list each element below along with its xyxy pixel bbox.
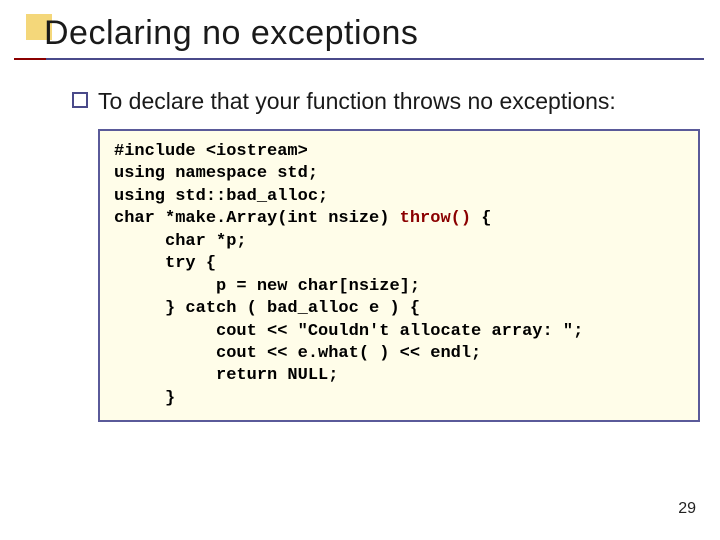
slide-number: 29 xyxy=(678,500,696,518)
code-box: #include <iostream> using namespace std;… xyxy=(98,129,700,422)
bullet-text: To declare that your function throws no … xyxy=(98,88,616,115)
code-line: using namespace std; xyxy=(114,164,318,183)
title-underline xyxy=(14,58,704,60)
code-line: { xyxy=(471,209,491,228)
bullet-row: To declare that your function throws no … xyxy=(72,88,690,115)
slide-body: To declare that your function throws no … xyxy=(72,88,690,422)
slide: Declaring no exceptions To declare that … xyxy=(0,0,720,540)
code-line: using std::bad_alloc; xyxy=(114,187,328,206)
code-line: #include <iostream> xyxy=(114,142,308,161)
code-line: char *make.Array(int nsize) xyxy=(114,209,400,228)
square-bullet-icon xyxy=(72,92,88,108)
code-line: } xyxy=(114,389,175,408)
code-keyword-throw: throw() xyxy=(400,209,471,228)
code-line: char *p; xyxy=(114,232,247,251)
code-line: cout << "Couldn't allocate array: "; xyxy=(114,322,583,341)
title-underline-accent xyxy=(14,58,46,60)
code-line: cout << e.what( ) << endl; xyxy=(114,344,481,363)
code-line: try { xyxy=(114,254,216,273)
code-line: return NULL; xyxy=(114,366,338,385)
code-line: p = new char[nsize]; xyxy=(114,277,420,296)
code-listing: #include <iostream> using namespace std;… xyxy=(114,141,684,410)
slide-title: Declaring no exceptions xyxy=(44,14,418,53)
code-line: } catch ( bad_alloc e ) { xyxy=(114,299,420,318)
